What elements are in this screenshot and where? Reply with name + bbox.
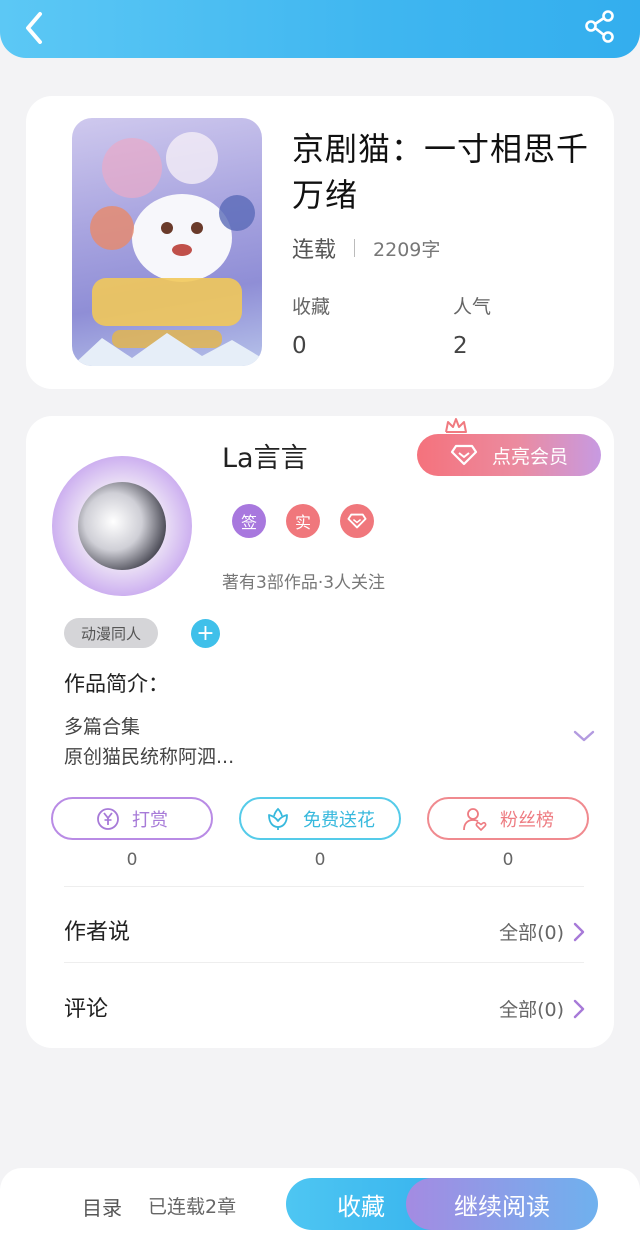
author-says-title: 作者说 — [64, 920, 131, 945]
reward-button[interactable]: 打赏 — [51, 797, 213, 840]
signed-badge: 签 — [232, 504, 266, 538]
chapter-count: 已连载2章 — [148, 1196, 237, 1218]
author-name[interactable]: La言言 — [222, 436, 308, 475]
author-says-all-label: 全部(0) — [499, 922, 564, 944]
chevron-left-icon[interactable] — [18, 8, 54, 44]
book-info-card: 京剧猫：一寸相思千万绪 连载 2209字 收藏 0 人气 2 — [26, 96, 614, 389]
author-badges: 签 实 — [232, 504, 374, 538]
share-button[interactable] — [582, 8, 618, 44]
comments-title: 评论 — [64, 997, 109, 1022]
continue-reading-button[interactable]: 继续阅读 — [406, 1178, 598, 1230]
verified-badge: 实 — [286, 504, 320, 538]
reward-label: 打赏 — [132, 809, 168, 831]
bottom-action-bar: 目录 已连载2章 收藏 继续阅读 — [0, 1168, 640, 1259]
fan-ranking-label: 粉丝榜 — [500, 809, 554, 831]
book-cover-image[interactable] — [72, 118, 262, 366]
comments-all-label: 全部(0) — [499, 999, 564, 1021]
stat-collect-value: 0 — [292, 333, 307, 359]
author-card: La言言 点亮会员 签 实 著有3部作品·3人关注 动漫同人 + 作品简介： 多… — [26, 416, 614, 1048]
flower-icon — [268, 807, 288, 830]
avatar-image — [78, 482, 166, 570]
stat-popularity-value: 2 — [453, 333, 468, 359]
book-title: 京剧猫：一寸相思千万绪 — [292, 130, 590, 214]
share-icon[interactable] — [582, 8, 618, 44]
flower-count: 0 — [314, 850, 326, 870]
fan-count: 0 — [502, 850, 514, 870]
diamond-icon — [450, 444, 478, 466]
top-header — [0, 0, 640, 58]
vip-button-label: 点亮会员 — [491, 445, 568, 468]
reward-count: 0 — [126, 850, 138, 870]
intro-text-line: 多篇合集 — [64, 716, 141, 738]
stat-collect: 收藏 0 — [292, 292, 330, 359]
diamond-icon — [347, 513, 367, 529]
intro-text-line: 原创猫民统称阿泗... — [64, 746, 235, 768]
chevron-down-icon[interactable] — [572, 728, 596, 744]
stat-collect-label: 收藏 — [292, 296, 331, 318]
stat-popularity-label: 人气 — [453, 296, 492, 318]
divider — [64, 962, 584, 963]
serial-status: 连载 — [292, 238, 337, 263]
book-status-row: 连载 2209字 — [292, 232, 440, 264]
back-button[interactable] — [18, 8, 54, 44]
chevron-right-icon — [573, 922, 585, 941]
divider — [64, 886, 584, 887]
stat-popularity: 人气 2 — [453, 292, 491, 359]
intro-title: 作品简介： — [64, 672, 169, 696]
word-count: 2209字 — [373, 238, 441, 261]
send-flower-label: 免费送花 — [303, 809, 375, 831]
comments-all-link[interactable]: 全部(0) — [499, 995, 586, 1022]
activate-vip-button[interactable]: 点亮会员 — [417, 434, 601, 476]
status-divider — [354, 239, 356, 257]
expand-intro-button[interactable] — [572, 728, 596, 748]
yen-icon — [97, 807, 119, 830]
chevron-right-icon — [573, 999, 585, 1018]
fan-rank-icon — [463, 807, 487, 831]
author-says-all-link[interactable]: 全部(0) — [499, 918, 586, 945]
author-avatar[interactable] — [52, 456, 192, 596]
vip-badge — [340, 504, 374, 538]
add-tag-button[interactable]: + — [191, 619, 220, 648]
fan-ranking-button[interactable]: 粉丝榜 — [427, 797, 589, 840]
genre-tag[interactable]: 动漫同人 — [64, 618, 158, 648]
send-flower-button[interactable]: 免费送花 — [239, 797, 401, 840]
table-of-contents-button[interactable]: 目录 — [82, 1192, 122, 1221]
author-meta: 著有3部作品·3人关注 — [222, 573, 386, 593]
crown-icon — [445, 418, 467, 433]
